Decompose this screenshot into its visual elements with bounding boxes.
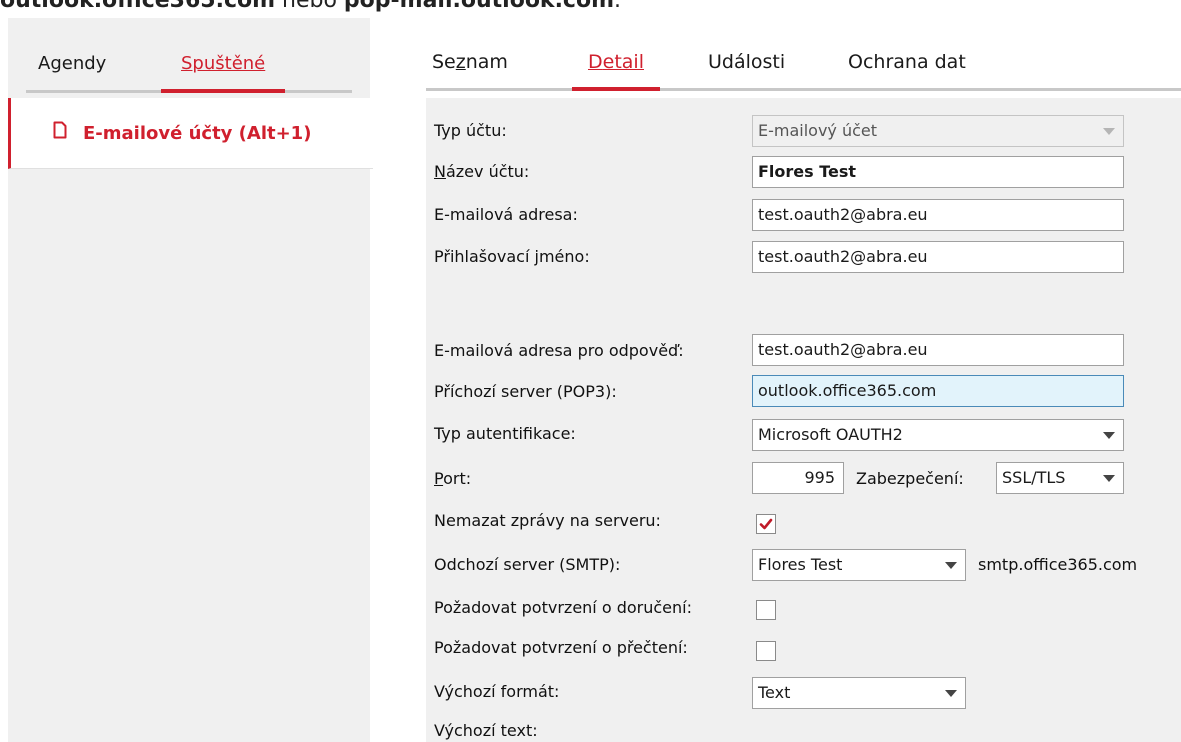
keep-messages-label: Nemazat zprávy na serveru: — [434, 511, 661, 530]
tab-seznam-mnemonic: z — [455, 51, 466, 73]
tab-seznam[interactable]: Seznam — [432, 36, 508, 88]
default-format-value: Text — [758, 683, 791, 702]
reply-address-label: E-mailová adresa pro odpověď: — [434, 341, 684, 360]
reply-address-input[interactable]: test.oauth2@abra.eu — [752, 334, 1124, 366]
read-receipt-checkbox[interactable] — [756, 641, 776, 661]
delivery-receipt-checkbox[interactable] — [756, 600, 776, 620]
auth-type-label: Typ autentifikace: — [434, 424, 576, 443]
tab-spustene-label: Spuštěné — [181, 53, 266, 74]
auth-type-value: Microsoft OAUTH2 — [758, 425, 903, 444]
outgoing-server-label: Odchozí server (SMTP): — [434, 555, 621, 574]
default-format-select[interactable]: Text — [752, 677, 966, 709]
chevron-down-icon — [1103, 432, 1115, 439]
port-label-rest: ort: — [443, 469, 472, 488]
login-name-label-pre: Přihlašovací — [434, 247, 535, 266]
document-icon — [53, 121, 67, 139]
tab-detail-post: etail — [602, 51, 644, 73]
right-panel: Seznam Detail Události Ochrana dat Typ ú… — [408, 18, 1181, 742]
chevron-down-icon — [1103, 128, 1115, 135]
default-text-label: Výchozí text: — [434, 721, 538, 740]
security-label: Zabezpečení: — [856, 469, 964, 488]
tab-detail[interactable]: Detail — [572, 36, 660, 91]
top-cut-text: outlook.office365.com nebo pop-mail.outl… — [0, 0, 621, 18]
chevron-down-icon — [945, 562, 957, 569]
checkmark-icon — [759, 518, 773, 530]
top-bold-host-1: outlook.office365.com — [0, 0, 276, 13]
account-detail-form: Typ účtu: E-mailový účet Název účtu: Flo… — [426, 98, 1181, 742]
account-name-input[interactable]: Flores Test — [752, 156, 1124, 188]
nav-item-email-accounts[interactable]: E-mailové účty (Alt+1) — [8, 98, 373, 169]
delivery-receipt-label: Požadovat potvrzení o doručení: — [434, 598, 692, 617]
tab-seznam-post: nam — [465, 51, 508, 73]
account-name-label: Název účtu: — [434, 162, 529, 181]
port-label-mnemonic: P — [434, 469, 444, 488]
tab-detail-mnemonic: D — [588, 51, 603, 73]
chevron-down-icon — [945, 690, 957, 697]
top-end-text: . — [614, 0, 622, 13]
email-address-input[interactable]: test.oauth2@abra.eu — [752, 199, 1124, 231]
nav-item-label: E-mailové účty (Alt+1) — [83, 123, 312, 144]
login-name-label: Přihlašovací jméno: — [434, 247, 590, 266]
tab-ochrana-dat[interactable]: Ochrana dat — [848, 36, 966, 88]
outgoing-server-value: Flores Test — [758, 555, 843, 574]
security-select[interactable]: SSL/TLS — [996, 462, 1124, 494]
right-tab-bar: Seznam Detail Události Ochrana dat — [426, 36, 1181, 91]
login-name-label-post: méno: — [538, 247, 590, 266]
left-tab-bar: Agendy Spuštěné — [26, 38, 352, 93]
account-name-label-rest: ázev účtu: — [445, 162, 530, 181]
outgoing-server-host: smtp.office365.com — [978, 555, 1138, 574]
tab-agendy[interactable]: Agendy — [38, 38, 106, 90]
incoming-server-label: Příchozí server (POP3): — [434, 382, 617, 401]
left-panel: Agendy Spuštěné E-mailové účty (Alt+1) — [8, 18, 373, 742]
email-address-label: E-mailová adresa: — [434, 205, 578, 224]
port-label: Port: — [434, 469, 471, 488]
read-receipt-label: Požadovat potvrzení o přečtení: — [434, 638, 688, 657]
outgoing-server-select[interactable]: Flores Test — [752, 549, 966, 581]
auth-type-select[interactable]: Microsoft OAUTH2 — [752, 419, 1124, 451]
tab-spustene[interactable]: Spuštěné — [160, 38, 286, 93]
port-input[interactable]: 995 — [752, 462, 844, 494]
security-value: SSL/TLS — [1002, 468, 1066, 487]
top-mid-text: nebo — [275, 0, 344, 13]
top-bold-host-2: pop-mail.outlook.com — [343, 0, 615, 13]
login-name-input[interactable]: test.oauth2@abra.eu — [752, 241, 1124, 273]
keep-messages-checkbox[interactable] — [756, 514, 776, 534]
account-name-label-mnemonic: N — [434, 162, 446, 181]
account-type-select[interactable]: E-mailový účet — [752, 115, 1124, 147]
chevron-down-icon — [1103, 475, 1115, 482]
tab-seznam-pre: Se — [432, 51, 456, 73]
incoming-server-input[interactable]: outlook.office365.com — [752, 375, 1124, 407]
account-type-value: E-mailový účet — [758, 121, 878, 140]
account-type-label: Typ účtu: — [434, 121, 507, 140]
default-format-label: Výchozí formát: — [434, 682, 560, 701]
tab-udalosti[interactable]: Události — [708, 36, 785, 88]
